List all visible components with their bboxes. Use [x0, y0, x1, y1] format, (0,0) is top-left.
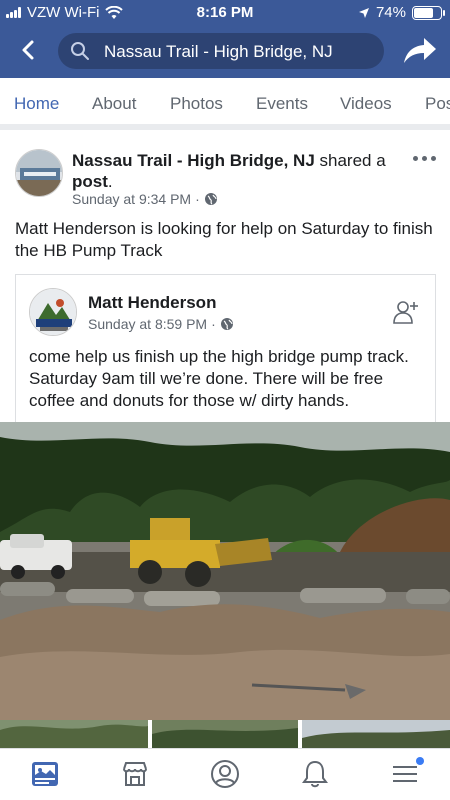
page-tabs: Home About Photos Events Videos Pos: [0, 78, 450, 130]
post-link[interactable]: post: [72, 172, 108, 191]
tab-home[interactable]: Home: [14, 94, 59, 114]
search-input[interactable]: Nassau Trail - High Bridge, NJ: [58, 33, 384, 69]
marketplace-icon[interactable]: [120, 759, 150, 789]
active-tab-indicator: [0, 124, 76, 127]
feed-post: Nassau Trail - High Bridge, NJ shared a …: [0, 136, 450, 720]
page-avatar[interactable]: [15, 149, 63, 197]
shared-post-meta: Sunday at 8:59 PM ·: [88, 316, 234, 332]
shared-author-name[interactable]: Matt Henderson: [88, 293, 216, 313]
shared-meta-separator: ·: [211, 316, 216, 332]
notifications-icon[interactable]: [300, 759, 330, 789]
battery-icon: [412, 5, 445, 20]
post-timestamp[interactable]: Sunday at 9:34 PM: [72, 191, 191, 207]
battery-percent: 74%: [375, 4, 406, 21]
meta-separator: ·: [195, 191, 200, 207]
tab-photos[interactable]: Photos: [170, 94, 223, 114]
tab-events[interactable]: Events: [256, 94, 308, 114]
globe-icon: [220, 318, 233, 330]
post-meta: Sunday at 9:34 PM ·: [72, 191, 218, 207]
news-feed-icon[interactable]: [30, 759, 60, 789]
share-arrow-icon[interactable]: [400, 32, 440, 68]
post-header: Nassau Trail - High Bridge, NJ shared a …: [72, 150, 402, 192]
shared-post-card[interactable]: Matt Henderson Sunday at 8:59 PM · come …: [15, 274, 436, 424]
profile-icon[interactable]: [210, 759, 240, 789]
tab-about[interactable]: About: [92, 94, 136, 114]
shared-author-avatar[interactable]: [29, 288, 77, 336]
search-text: Nassau Trail - High Bridge, NJ: [104, 42, 333, 61]
menu-icon[interactable]: [390, 759, 420, 789]
post-action-suffix: .: [107, 172, 113, 191]
search-icon: [71, 42, 89, 60]
battery-level: [414, 7, 433, 18]
more-options-icon[interactable]: [413, 156, 436, 161]
status-bar: VZW Wi-Fi 8:16 PM 74%: [0, 0, 450, 24]
tab-posts[interactable]: Pos: [425, 94, 450, 114]
add-friend-icon[interactable]: [393, 299, 419, 325]
back-arrow-icon[interactable]: [10, 32, 46, 68]
post-action-text: shared a: [314, 151, 386, 170]
post-photo[interactable]: [0, 422, 450, 720]
shared-post-body: come help us finish up the high bridge p…: [29, 347, 409, 410]
status-right: 74%: [358, 4, 445, 21]
post-body: Matt Henderson is looking for help on Sa…: [15, 219, 433, 260]
location-arrow-icon: [358, 7, 369, 18]
bottom-navigation: [0, 748, 450, 800]
page-name-link[interactable]: Nassau Trail - High Bridge, NJ: [72, 151, 315, 170]
tab-videos[interactable]: Videos: [340, 94, 392, 114]
photo-thumbnail-strip[interactable]: [0, 720, 450, 748]
globe-icon: [204, 193, 217, 205]
shared-timestamp[interactable]: Sunday at 8:59 PM: [88, 316, 207, 332]
top-header: VZW Wi-Fi 8:16 PM 74% Nassau Trail - Hig…: [0, 0, 450, 78]
notification-dot: [416, 757, 424, 765]
search-bar-row: Nassau Trail - High Bridge, NJ: [0, 28, 450, 74]
